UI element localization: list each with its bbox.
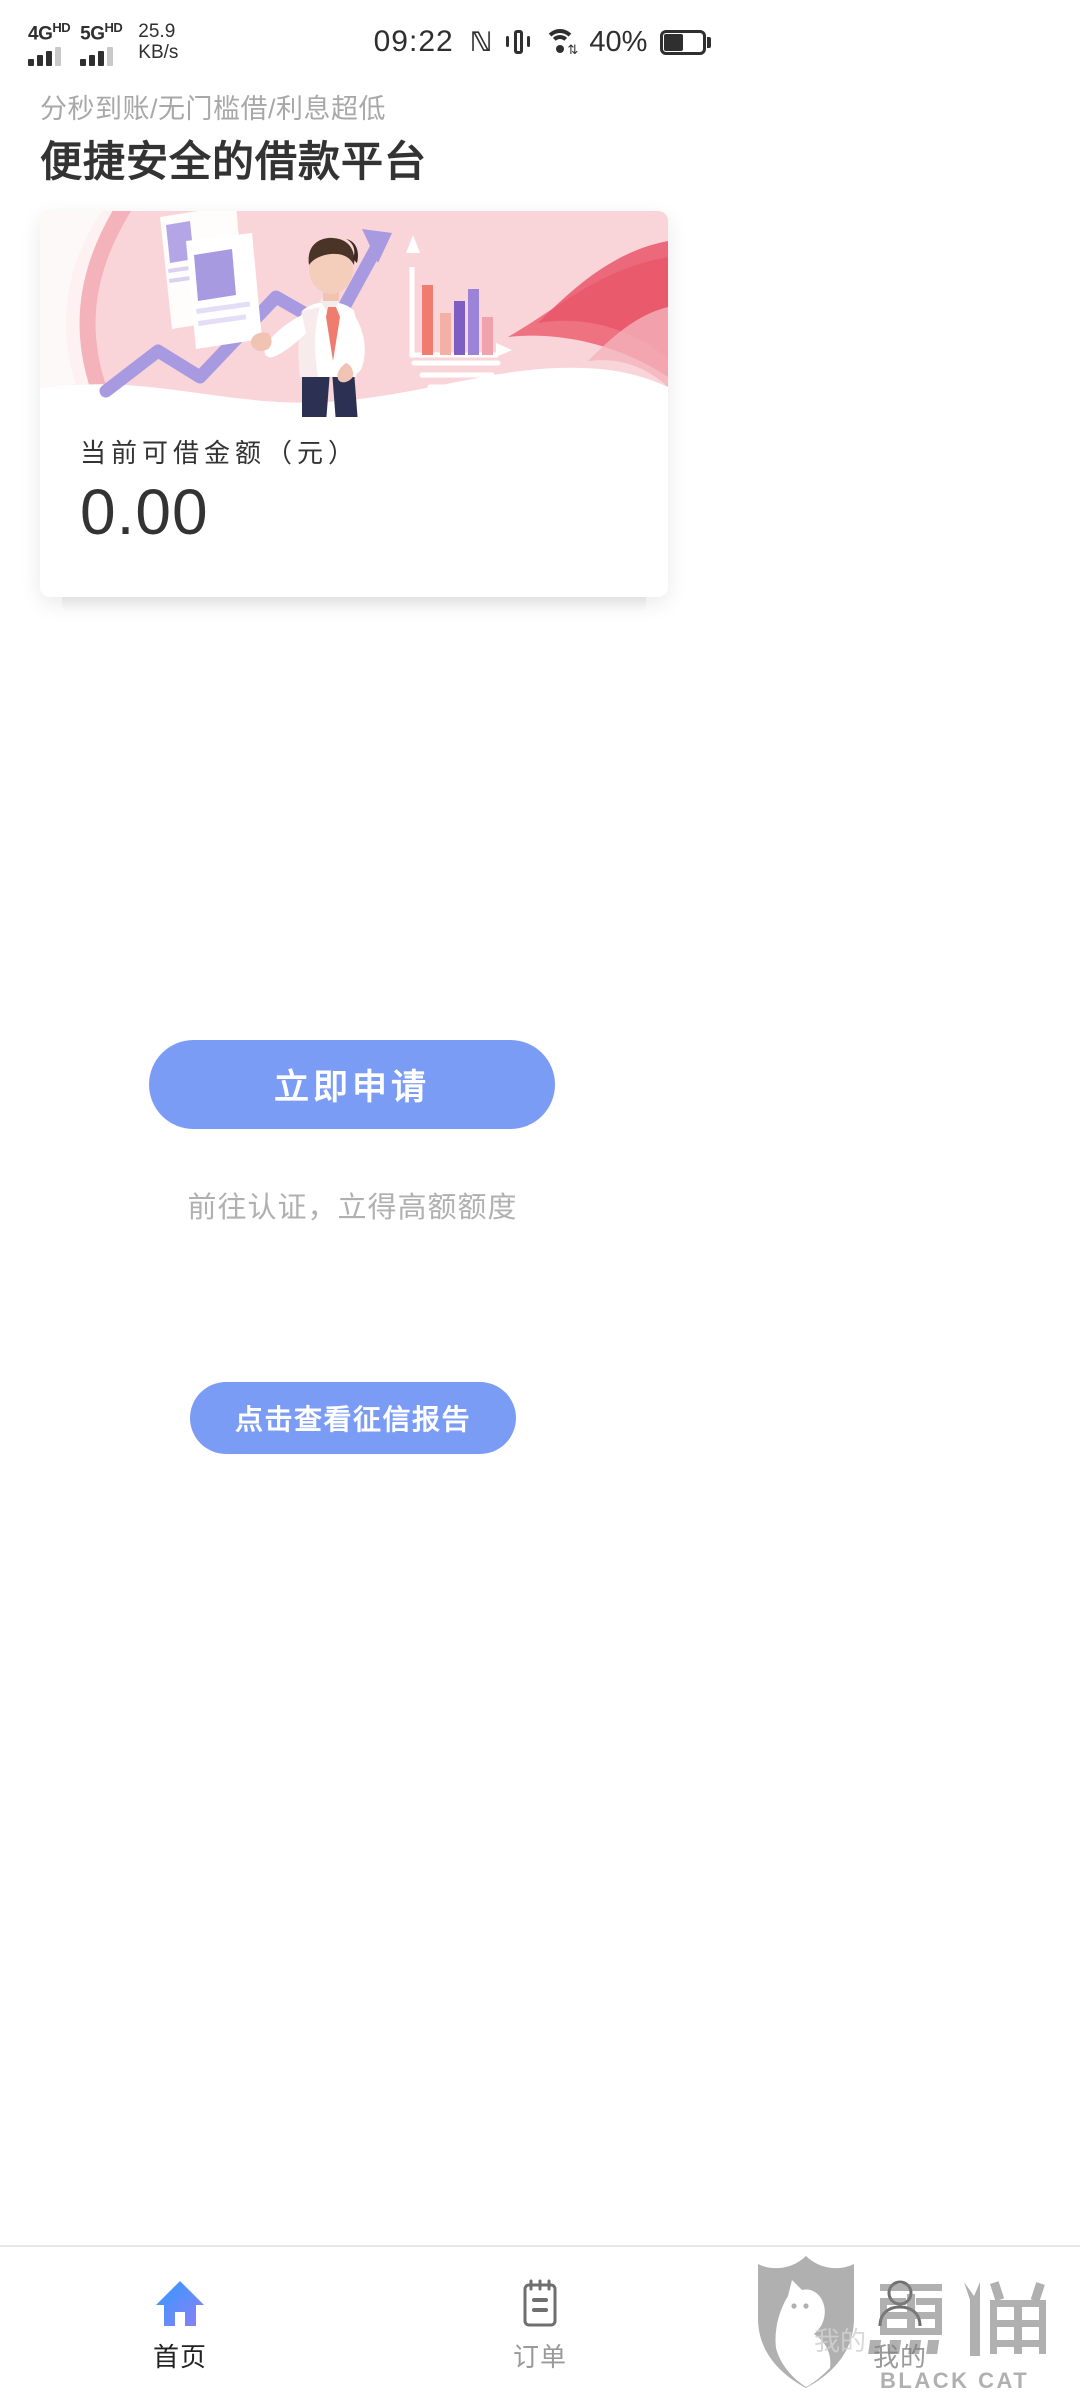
balance-card[interactable]: 当前可借金额（元） 0.00	[40, 211, 668, 597]
balance-amount: 0.00	[80, 476, 209, 548]
sim2-signal: 5GHD	[80, 18, 123, 67]
nav-label-mine: 我的	[872, 2341, 927, 2372]
nav-item-home[interactable]: 首页	[0, 2247, 360, 2400]
battery-icon	[660, 29, 712, 55]
clipboard-icon	[512, 2276, 568, 2332]
home-icon	[152, 2276, 208, 2332]
sim2-signal-bars	[80, 46, 114, 67]
view-credit-report-button[interactable]: 点击查看征信报告	[190, 1382, 516, 1454]
network-speed-unit: KB/s	[138, 41, 179, 63]
page-subtitle: 分秒到账/无门槛借/利息超低	[40, 94, 387, 124]
bottom-navigation-bar: 首页 订单 我的	[0, 2245, 1080, 2400]
sim2-network-label: 5GHD	[80, 19, 123, 45]
businessman-growth-chart-illustration	[40, 211, 668, 417]
nav-label-home: 首页	[152, 2341, 207, 2372]
sim1-signal-bars	[28, 46, 61, 67]
status-bar: 4GHD 5GHD 25.9 KB/s 09:22 ℕ ⇅ 40%	[0, 0, 1080, 84]
balance-label: 当前可借金额（元）	[80, 438, 360, 468]
nfc-icon: ℕ	[469, 26, 493, 58]
page-header: 分秒到账/无门槛借/利息超低 便捷安全的借款平台	[40, 92, 1040, 188]
status-bar-clock: 09:22	[373, 25, 454, 58]
wifi-icon: ⇅	[544, 29, 578, 56]
balance-body: 当前可借金额（元） 0.00	[40, 417, 668, 597]
card-drop-shadow	[62, 597, 646, 613]
nav-item-mine[interactable]: 我的	[720, 2247, 1080, 2400]
network-speed-value: 25.9	[138, 20, 176, 42]
apply-hint-text: 前往认证，立得高额额度	[187, 1192, 518, 1224]
app-screen: 4GHD 5GHD 25.9 KB/s 09:22 ℕ ⇅ 40% 分秒到账/无…	[0, 0, 1080, 2400]
nav-label-orders: 订单	[512, 2341, 567, 2372]
vibrate-icon	[505, 28, 531, 56]
nav-item-orders[interactable]: 订单	[360, 2247, 720, 2400]
network-speed: 25.9 KB/s	[138, 21, 178, 63]
status-bar-left: 4GHD 5GHD 25.9 KB/s	[28, 18, 178, 67]
status-bar-icons: ℕ ⇅ 40%	[469, 25, 712, 59]
apply-now-button[interactable]: 立即申请	[149, 1040, 555, 1129]
sim1-network-label: 4GHD	[28, 19, 71, 45]
person-icon	[872, 2276, 928, 2332]
page-title: 便捷安全的借款平台	[40, 138, 428, 185]
battery-percent-label: 40%	[589, 25, 648, 58]
sim1-signal: 4GHD	[28, 18, 71, 67]
